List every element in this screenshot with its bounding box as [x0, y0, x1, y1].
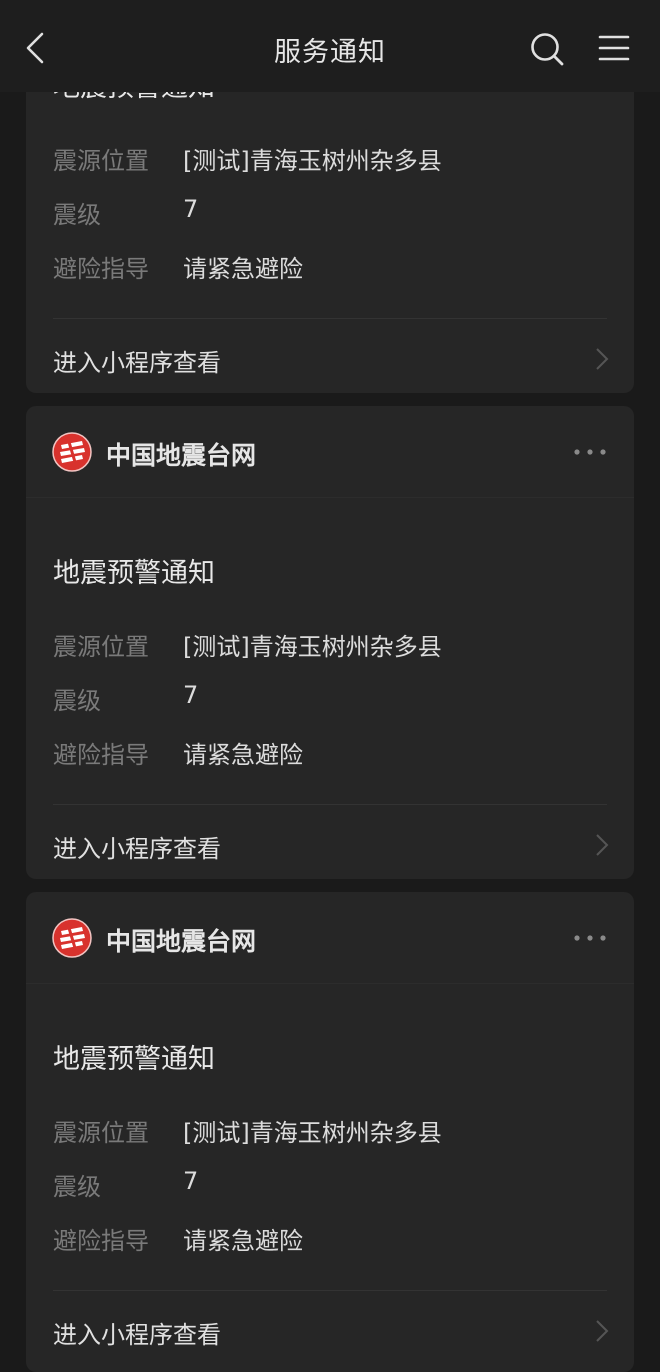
chevron-right-icon — [596, 1320, 609, 1342]
open-mini-program-link[interactable]: 进入小程序查看 — [53, 829, 221, 864]
source-name: 中国地震台网 — [106, 927, 257, 956]
notification-card: 中国地震台网 地震预警通知 震源位置 [测试]青海玉树州杂多县 震级 7 避险指… — [26, 406, 634, 879]
open-mini-program-link[interactable]: 进入小程序查看 — [53, 343, 221, 378]
divider — [53, 1290, 607, 1291]
magnitude-label: 震级 — [53, 201, 101, 229]
divider — [53, 318, 607, 319]
navigation-bar: 服务通知 — [0, 0, 660, 92]
notification-title: 地震预警通知 — [53, 558, 215, 589]
notification-title: 地震预警通知 — [53, 1044, 215, 1075]
magnitude-label: 震级 — [53, 687, 101, 715]
magnitude-label: 震级 — [53, 1173, 101, 1201]
menu-icon[interactable] — [598, 33, 630, 63]
search-icon[interactable] — [528, 30, 566, 68]
more-dots-icon[interactable] — [572, 444, 608, 460]
magnitude-value: 7 — [183, 195, 199, 223]
source-name: 中国地震台网 — [106, 441, 257, 470]
epicenter-value: [测试]青海玉树州杂多县 — [183, 633, 442, 661]
china-earthquake-network-logo — [52, 432, 92, 472]
guidance-value: 请紧急避险 — [183, 255, 303, 283]
epicenter-label: 震源位置 — [53, 147, 149, 175]
magnitude-value: 7 — [183, 1167, 199, 1195]
epicenter-value: [测试]青海玉树州杂多县 — [183, 147, 442, 175]
magnitude-value: 7 — [183, 681, 199, 709]
header-divider — [26, 497, 634, 498]
chevron-right-icon — [596, 348, 609, 370]
guidance-label: 避险指导 — [53, 255, 149, 283]
guidance-value: 请紧急避险 — [183, 1227, 303, 1255]
header-divider — [26, 983, 634, 984]
guidance-label: 避险指导 — [53, 741, 149, 769]
card-header: 中国地震台网 — [26, 892, 634, 984]
chevron-right-icon — [596, 834, 609, 856]
divider — [53, 804, 607, 805]
epicenter-label: 震源位置 — [53, 1119, 149, 1147]
guidance-value: 请紧急避险 — [183, 741, 303, 769]
notification-card: 中国地震台网 地震预警通知 震源位置 [测试]青海玉树州杂多县 震级 7 避险指… — [26, 892, 634, 1372]
more-dots-icon[interactable] — [572, 930, 608, 946]
open-mini-program-link[interactable]: 进入小程序查看 — [53, 1315, 221, 1350]
epicenter-value: [测试]青海玉树州杂多县 — [183, 1119, 442, 1147]
china-earthquake-network-logo — [52, 918, 92, 958]
epicenter-label: 震源位置 — [53, 633, 149, 661]
card-header: 中国地震台网 — [26, 406, 634, 498]
guidance-label: 避险指导 — [53, 1227, 149, 1255]
